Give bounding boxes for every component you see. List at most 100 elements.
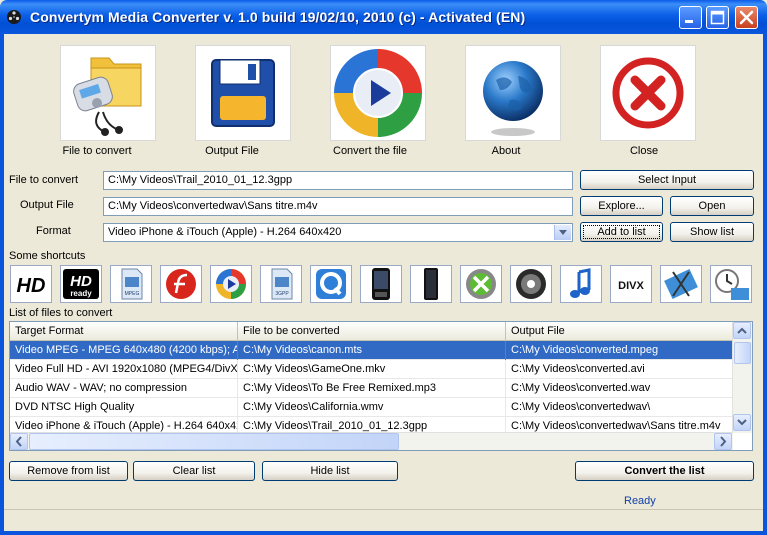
play-convert-icon	[334, 49, 422, 137]
chevron-right-icon	[720, 436, 727, 447]
hide-list-button[interactable]: Hide list	[262, 461, 398, 481]
list-header: Target Format File to be converted Outpu…	[10, 322, 733, 341]
table-row[interactable]: Video MPEG - MPEG 640x480 (4200 kbps); A…	[10, 341, 733, 360]
horizontal-scroll-thumb[interactable]	[29, 433, 399, 450]
about-tile[interactable]	[465, 45, 561, 141]
shortcut-hd-ready[interactable]: HD ready	[60, 265, 102, 303]
quicktime-icon	[316, 269, 346, 299]
open-button[interactable]: Open	[670, 196, 754, 216]
scroll-right-button[interactable]	[714, 433, 732, 450]
shortcut-video-edit[interactable]	[660, 265, 702, 303]
shortcut-mobile-phone[interactable]	[360, 265, 402, 303]
shortcut-3gpp[interactable]: 3GPP	[260, 265, 302, 303]
file-to-convert-field-label: File to convert	[9, 174, 79, 186]
vertical-scrollbar[interactable]	[732, 322, 752, 433]
svg-text:3GPP: 3GPP	[275, 291, 289, 297]
output-file-field-label: Output File	[20, 199, 74, 211]
format-field-label: Format	[36, 225, 71, 237]
svg-text:ready: ready	[70, 289, 92, 298]
list-label: List of files to convert	[9, 307, 113, 319]
status-bar	[4, 509, 763, 531]
chevron-down-icon	[737, 419, 747, 426]
shortcut-quicktime[interactable]	[310, 265, 352, 303]
svg-text:DIVX: DIVX	[618, 280, 644, 292]
xbox-icon	[466, 269, 496, 299]
svg-text:HD: HD	[17, 275, 46, 297]
output-file-tile[interactable]	[195, 45, 291, 141]
output-file-label: Output File	[205, 145, 259, 157]
vertical-scroll-thumb[interactable]	[734, 342, 751, 364]
hd-ready-icon: HDready	[63, 269, 99, 299]
shortcuts-label: Some shortcuts	[9, 250, 86, 262]
close-icon	[739, 10, 754, 25]
status-text: Ready	[624, 495, 656, 507]
svg-text:MPEG: MPEG	[125, 291, 140, 297]
window-title: Convertym Media Converter v. 1.0 build 1…	[30, 9, 526, 25]
about-label: About	[491, 145, 521, 157]
convert-list-button[interactable]: Convert the list	[575, 461, 754, 481]
close-x-icon	[612, 57, 684, 129]
maximize-button[interactable]	[706, 6, 729, 29]
select-input-button[interactable]: Select Input	[580, 170, 754, 190]
format-select-value: Video iPhone & iTouch (Apple) - H.264 64…	[108, 226, 342, 238]
divx-icon: DIVX	[618, 280, 644, 292]
show-list-button[interactable]: Show list	[670, 222, 754, 242]
shortcut-mpeg[interactable]: MPEG	[110, 265, 152, 303]
table-row[interactable]: DVD NTSC High Quality C:\My Videos\Calif…	[10, 398, 733, 417]
scroll-down-button[interactable]	[733, 414, 751, 431]
hd-icon: HD	[17, 275, 46, 297]
clear-list-button[interactable]: Clear list	[133, 461, 255, 481]
shortcut-windows-media[interactable]	[210, 265, 252, 303]
scroll-up-button[interactable]	[733, 322, 751, 339]
add-to-list-button[interactable]: Add to list	[580, 222, 663, 242]
phone-icon	[372, 268, 390, 300]
minimize-icon	[685, 20, 693, 23]
file-to-convert-tile[interactable]	[60, 45, 156, 141]
chevron-down-icon[interactable]	[554, 225, 571, 240]
title-bar: Convertym Media Converter v. 1.0 build 1…	[0, 0, 767, 34]
film-scissors-icon	[664, 269, 698, 299]
shortcut-xbox[interactable]	[460, 265, 502, 303]
explore-button[interactable]: Explore...	[580, 196, 663, 216]
shortcut-playstation[interactable]	[410, 265, 452, 303]
shortcut-flash[interactable]	[160, 265, 202, 303]
file-to-convert-input[interactable]: C:\My Videos\Trail_2010_01_12.3gpp	[103, 171, 573, 190]
close-label: Close	[629, 145, 659, 157]
dvd-disc-icon	[516, 269, 546, 299]
close-tile[interactable]	[600, 45, 696, 141]
column-header-output-file[interactable]: Output File	[506, 322, 733, 341]
shortcut-divx[interactable]: DIVX	[610, 265, 652, 303]
column-header-file-to-convert[interactable]: File to be converted	[238, 322, 506, 341]
chevron-up-icon	[737, 327, 747, 334]
close-window-button[interactable]	[735, 6, 758, 29]
convert-file-tile[interactable]	[330, 45, 426, 141]
3gpp-file-icon: 3GPP	[271, 268, 293, 300]
chevron-left-icon	[15, 436, 22, 447]
convert-file-label: Convert the file	[333, 145, 407, 157]
remove-from-list-button[interactable]: Remove from list	[9, 461, 128, 481]
maximize-icon	[710, 10, 725, 25]
shortcut-audio[interactable]	[560, 265, 602, 303]
output-file-input[interactable]: C:\My Videos\convertedwav\Sans titre.m4v	[103, 197, 573, 216]
svg-text:HD: HD	[70, 273, 92, 290]
minimize-button[interactable]	[679, 6, 702, 29]
shortcut-dvd[interactable]	[510, 265, 552, 303]
globe-icon	[483, 61, 543, 136]
conversion-list[interactable]: Target Format File to be converted Outpu…	[9, 321, 753, 451]
format-select[interactable]: Video iPhone & iTouch (Apple) - H.264 64…	[103, 223, 573, 242]
media-player-icon	[216, 269, 246, 299]
table-row[interactable]: Audio WAV - WAV; no compression C:\My Vi…	[10, 379, 733, 398]
column-header-target-format[interactable]: Target Format	[10, 322, 238, 341]
mpeg-file-icon: MPEG	[121, 268, 143, 300]
horizontal-scrollbar[interactable]	[10, 432, 733, 450]
scroll-left-button[interactable]	[10, 433, 28, 450]
music-player-folder-icon	[73, 57, 142, 136]
table-row[interactable]: Video Full HD - AVI 1920x1080 (MPEG4/Div…	[10, 360, 733, 379]
console-icon	[424, 268, 438, 300]
shortcut-hd[interactable]: HD	[10, 265, 52, 303]
shortcut-timer[interactable]	[710, 265, 752, 303]
music-note-icon	[570, 268, 591, 298]
floppy-disk-icon	[211, 59, 275, 127]
file-to-convert-label: File to convert	[62, 145, 132, 157]
film-reel-icon	[7, 10, 21, 24]
